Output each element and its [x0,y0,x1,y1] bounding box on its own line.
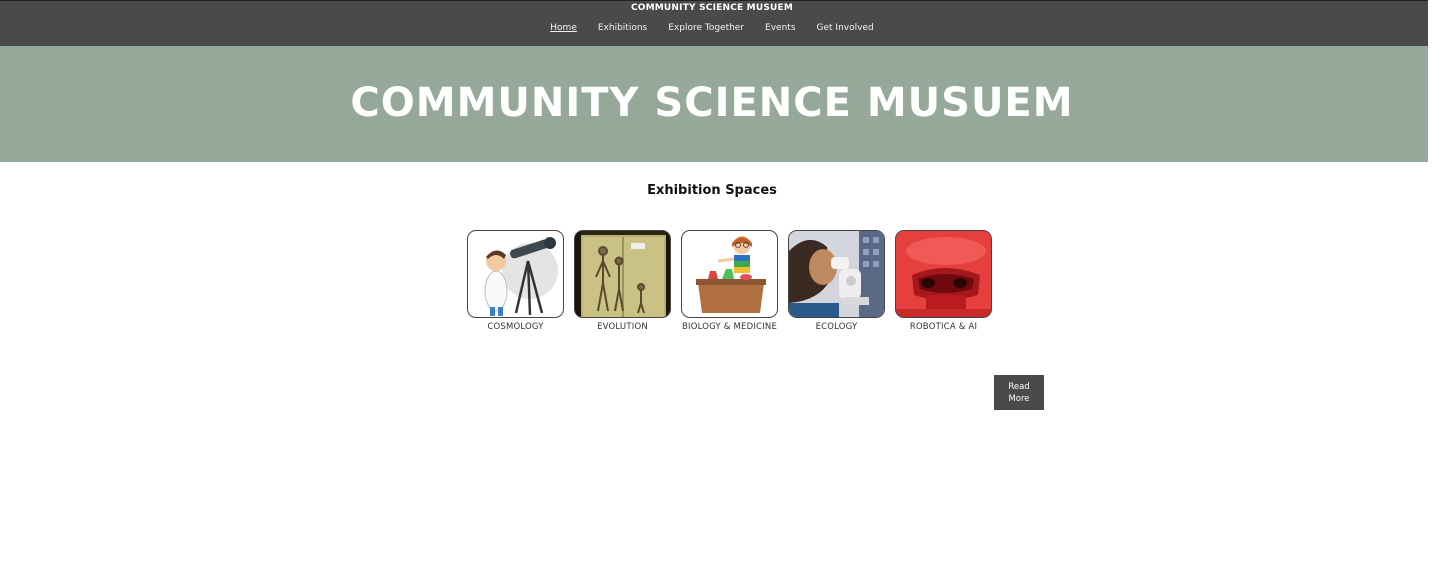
card-label: COSMOLOGY [487,322,544,332]
card-label: ECOLOGY [815,322,858,332]
section-heading: Exhibition Spaces [647,183,777,198]
card-label: EVOLUTION [597,322,648,332]
exhibition-card-ecology[interactable]: ECOLOGY [788,230,885,332]
evolution-image [574,230,671,318]
nav-get-involved[interactable]: Get Involved [817,23,874,33]
robotica-ai-image [895,230,992,318]
exhibition-card-robotica-ai[interactable]: ROBOTICA & AI [895,230,992,332]
exhibition-cards: COSMOLOGY EVOLUTION BIOLOGY & MEDICINE E… [467,230,992,332]
card-label: ROBOTICA & AI [909,322,978,332]
nav-explore-together[interactable]: Explore Together [668,23,744,33]
exhibition-card-biology-medicine[interactable]: BIOLOGY & MEDICINE [681,230,778,332]
hero-title: COMMUNITY SCIENCE MUSUEM [350,80,1074,126]
nav-home[interactable]: Home [550,23,577,33]
card-label: BIOLOGY & MEDICINE [681,322,778,332]
main-nav: Home Exhibitions Explore Together Events… [0,23,1424,33]
site-title: COMMUNITY SCIENCE MUSUEM [630,3,794,13]
exhibition-card-cosmology[interactable]: COSMOLOGY [467,230,564,332]
nav-exhibitions[interactable]: Exhibitions [598,23,647,33]
hero-banner: COMMUNITY SCIENCE MUSUEM [0,46,1428,162]
nav-events[interactable]: Events [765,23,795,33]
exhibition-card-evolution[interactable]: EVOLUTION [574,230,671,332]
ecology-image [788,230,885,318]
read-more-button[interactable]: Read More [994,375,1044,410]
biology-medicine-image [681,230,778,318]
cosmology-image [467,230,564,318]
top-navigation-bar: COMMUNITY SCIENCE MUSUEM Home Exhibition… [0,0,1428,46]
